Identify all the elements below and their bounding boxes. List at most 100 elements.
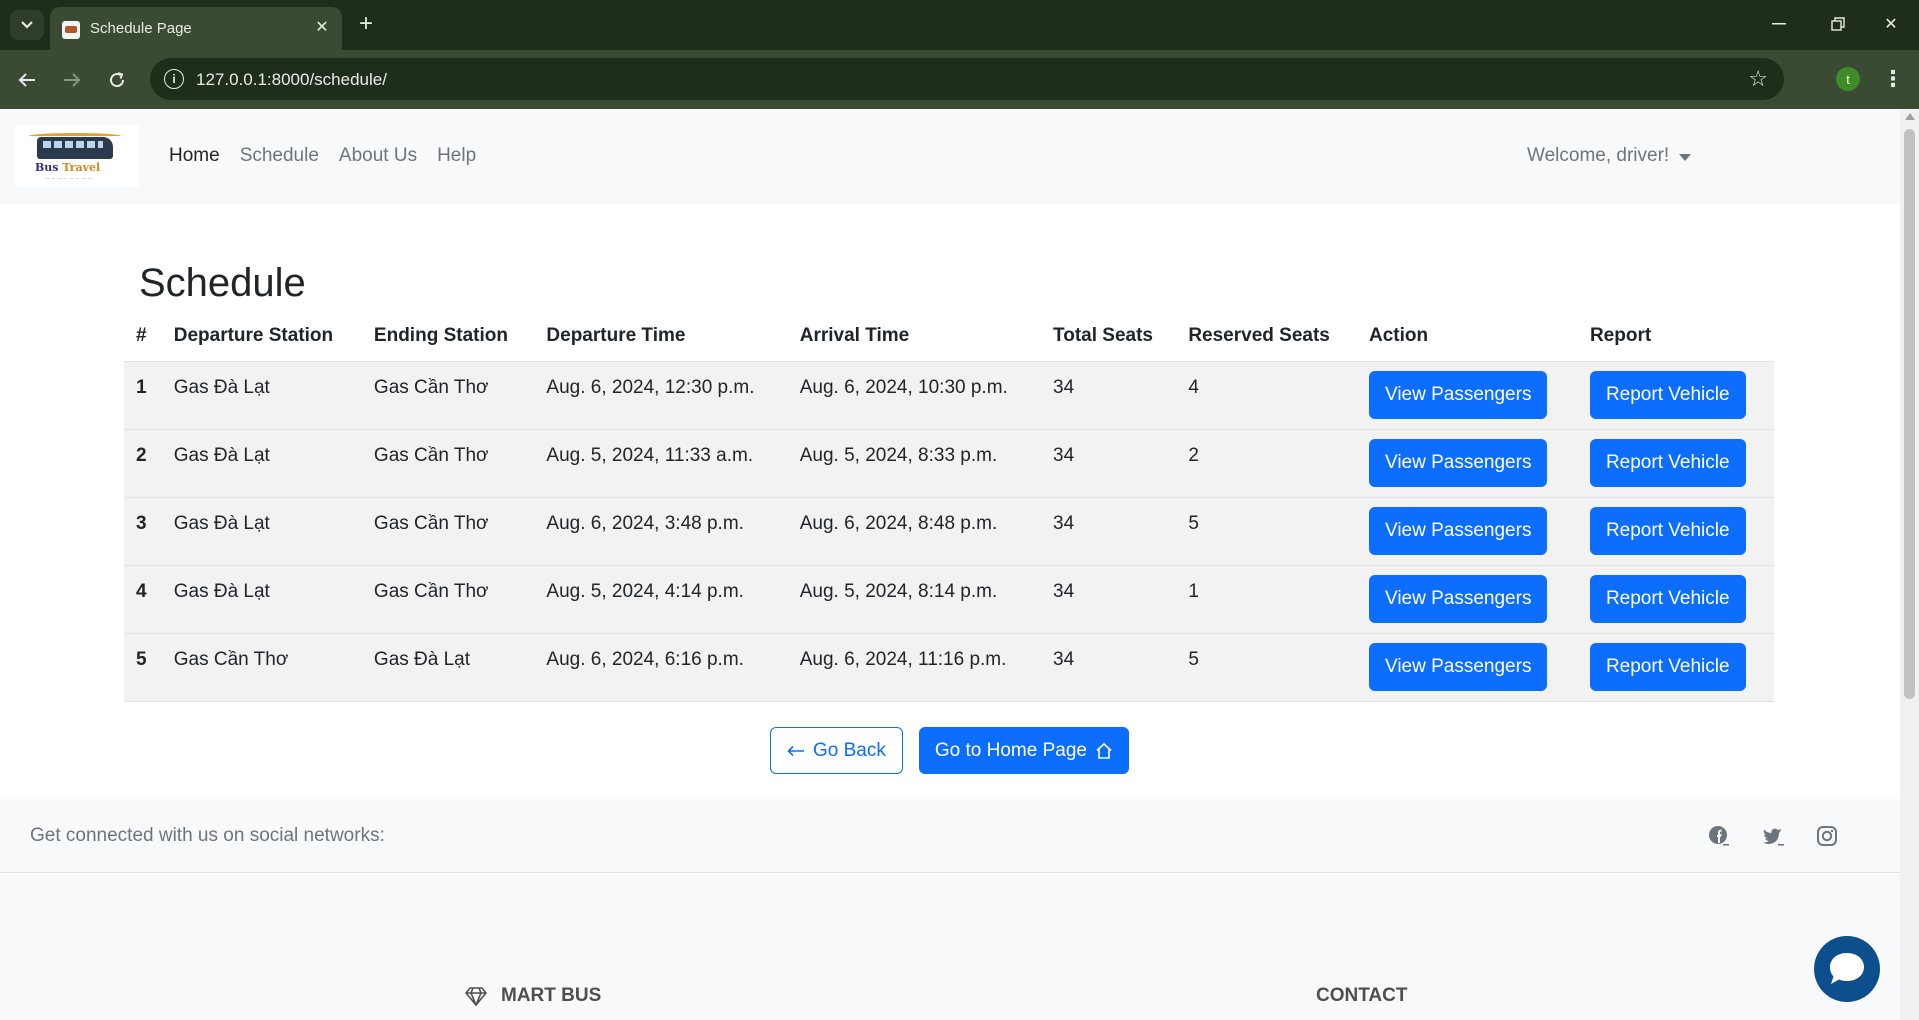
report-vehicle-button[interactable]: Report Vehicle <box>1589 371 1746 419</box>
profile-avatar[interactable]: t <box>1836 67 1860 91</box>
report-cell: Report Vehicle <box>1577 497 1774 566</box>
col-header-number: # <box>124 311 162 362</box>
col-header-arrival-time: Arrival Time <box>787 311 1042 362</box>
instagram-icon[interactable] <box>1814 823 1840 849</box>
action-cell: View Passengers <box>1357 361 1578 430</box>
browser-tab-bar: Schedule Page ✕ + ✕ <box>0 0 1919 50</box>
footer-heading-contact: CONTACT <box>1316 985 1408 1006</box>
departure-station-cell: Gas Đà Lạt <box>161 361 362 430</box>
total-seats-cell: 34 <box>1041 565 1177 634</box>
col-header-action: Action <box>1357 311 1578 362</box>
nav-links: Home Schedule About Us Help <box>169 145 476 167</box>
arrival-time-cell: Aug. 6, 2024, 10:30 p.m. <box>787 361 1042 430</box>
report-cell: Report Vehicle <box>1577 565 1774 634</box>
report-vehicle-button[interactable]: Report Vehicle <box>1589 439 1746 487</box>
reserved-seats-cell: 5 <box>1176 497 1357 566</box>
view-passengers-button[interactable]: View Passengers <box>1369 643 1548 691</box>
go-home-button[interactable]: Go to Home Page <box>918 727 1129 774</box>
view-passengers-button[interactable]: View Passengers <box>1369 507 1548 555</box>
minimize-button[interactable] <box>1764 10 1794 38</box>
nav-link-help[interactable]: Help <box>437 145 476 167</box>
departure-station-cell: Gas Đà Lạt <box>161 497 362 566</box>
reserved-seats-cell: 1 <box>1176 565 1357 634</box>
total-seats-cell: 34 <box>1041 633 1177 702</box>
table-row: 2 Gas Đà Lạt Gas Cần Thơ Aug. 5, 2024, 1… <box>124 429 1774 498</box>
view-passengers-button[interactable]: View Passengers <box>1369 439 1548 487</box>
nav-link-schedule[interactable]: Schedule <box>240 145 319 167</box>
view-passengers-button[interactable]: View Passengers <box>1369 371 1548 419</box>
row-number: 5 <box>124 633 162 702</box>
col-header-reserved-seats: Reserved Seats <box>1176 311 1357 362</box>
report-vehicle-button[interactable]: Report Vehicle <box>1589 643 1746 691</box>
report-vehicle-button[interactable]: Report Vehicle <box>1589 575 1746 623</box>
col-header-departure-time: Departure Time <box>534 311 788 362</box>
facebook-icon[interactable] <box>1706 823 1732 849</box>
browser-tab[interactable]: Schedule Page ✕ <box>50 7 342 50</box>
reload-icon[interactable] <box>102 65 132 95</box>
departure-time-cell: Aug. 6, 2024, 6:16 p.m. <box>534 633 788 702</box>
col-header-departure-station: Departure Station <box>161 311 362 362</box>
site-logo[interactable]: Bus Travel — — — — — — — — <box>15 125 139 187</box>
address-bar[interactable]: i 127.0.0.1:8000/schedule/ ☆ <box>150 58 1784 100</box>
user-dropdown[interactable]: Welcome, driver! <box>1527 145 1692 167</box>
footer-social-bar: Get connected with us on social networks… <box>0 799 1900 873</box>
ending-station-cell: Gas Cần Thơ <box>361 565 535 634</box>
page-scrollbar[interactable] <box>1900 109 1919 1020</box>
tab-search-button[interactable] <box>10 10 44 40</box>
table-row: 1 Gas Đà Lạt Gas Cần Thơ Aug. 6, 2024, 1… <box>124 361 1774 430</box>
nav-link-home[interactable]: Home <box>169 145 220 167</box>
row-number: 2 <box>124 429 162 498</box>
browser-toolbar: i 127.0.0.1:8000/schedule/ ☆ t ⋮ <box>0 50 1919 109</box>
arrow-left-icon <box>787 745 804 756</box>
go-back-button[interactable]: Go Back <box>770 727 903 774</box>
favicon-icon <box>62 21 80 39</box>
close-tab-icon[interactable]: ✕ <box>312 17 332 37</box>
departure-time-cell: Aug. 6, 2024, 12:30 p.m. <box>534 361 788 430</box>
site-info-icon[interactable]: i <box>164 69 184 89</box>
page-actions: Go Back Go to Home Page <box>770 727 1129 774</box>
departure-time-cell: Aug. 5, 2024, 4:14 p.m. <box>534 565 788 634</box>
twitter-icon[interactable] <box>1760 823 1786 849</box>
report-cell: Report Vehicle <box>1577 361 1774 430</box>
site-navbar: Bus Travel — — — — — — — — Home Schedule… <box>0 109 1900 204</box>
col-header-report: Report <box>1577 311 1774 362</box>
new-tab-button[interactable]: + <box>352 10 380 38</box>
caret-down-icon <box>1679 153 1692 161</box>
nav-link-about[interactable]: About Us <box>339 145 417 167</box>
scroll-up-icon[interactable] <box>1905 113 1915 120</box>
table-header-row: # Departure Station Ending Station Depar… <box>124 311 1774 362</box>
url-text[interactable]: 127.0.0.1:8000/schedule/ <box>196 70 387 90</box>
scroll-thumb[interactable] <box>1904 129 1915 699</box>
action-cell: View Passengers <box>1357 497 1578 566</box>
view-passengers-button[interactable]: View Passengers <box>1369 575 1548 623</box>
reserved-seats-cell: 5 <box>1176 633 1357 702</box>
go-home-label: Go to Home Page <box>934 739 1087 761</box>
row-number: 1 <box>124 361 162 430</box>
arrival-time-cell: Aug. 6, 2024, 11:16 p.m. <box>787 633 1042 702</box>
bookmark-star-icon[interactable]: ☆ <box>1748 66 1768 92</box>
back-arrow-icon[interactable] <box>12 65 42 95</box>
page-title: Schedule <box>139 261 306 305</box>
restore-button[interactable] <box>1823 10 1853 38</box>
forward-arrow-icon[interactable] <box>57 65 87 95</box>
chat-icon <box>1830 953 1864 984</box>
social-text: Get connected with us on social networks… <box>30 825 385 846</box>
ending-station-cell: Gas Cần Thơ <box>361 497 535 566</box>
bus-icon <box>37 137 113 159</box>
table-row: 5 Gas Cần Thơ Gas Đà Lạt Aug. 6, 2024, 6… <box>124 633 1774 702</box>
arrival-time-cell: Aug. 6, 2024, 8:48 p.m. <box>787 497 1042 566</box>
logo-text: Bus Travel <box>35 161 101 174</box>
report-vehicle-button[interactable]: Report Vehicle <box>1589 507 1746 555</box>
go-back-label: Go Back <box>813 739 886 761</box>
action-cell: View Passengers <box>1357 633 1578 702</box>
ending-station-cell: Gas Cần Thơ <box>361 361 535 430</box>
arrival-time-cell: Aug. 5, 2024, 8:33 p.m. <box>787 429 1042 498</box>
chat-widget-button[interactable] <box>1814 936 1880 1002</box>
footer-main: MART BUS CONTACT <box>0 874 1900 1020</box>
close-window-button[interactable]: ✕ <box>1876 10 1906 38</box>
browser-menu-icon[interactable]: ⋮ <box>1882 64 1904 94</box>
arrival-time-cell: Aug. 5, 2024, 8:14 p.m. <box>787 565 1042 634</box>
schedule-table: # Departure Station Ending Station Depar… <box>124 311 1774 702</box>
report-cell: Report Vehicle <box>1577 429 1774 498</box>
welcome-text: Welcome, driver! <box>1527 145 1670 166</box>
